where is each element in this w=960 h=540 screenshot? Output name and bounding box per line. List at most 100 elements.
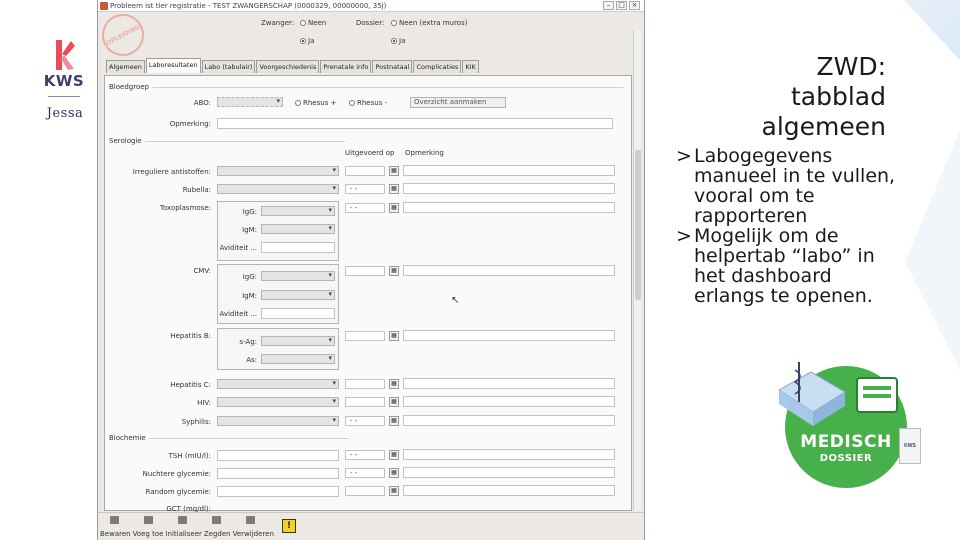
app-window: Probleem ist tier registratie - TEST ZWA… bbox=[94, 0, 645, 540]
app-icon bbox=[100, 2, 108, 10]
random-label: Random glycemie: bbox=[145, 488, 211, 496]
calendar-icon[interactable]: ▦ bbox=[389, 416, 399, 426]
tab-laboresultaten[interactable]: Laboresultaten bbox=[145, 58, 201, 73]
vertical-scrollbar[interactable] bbox=[633, 30, 641, 510]
hepb-sag-select[interactable] bbox=[261, 336, 335, 346]
toxo-aviditeit-input[interactable] bbox=[261, 242, 335, 253]
rhesus-neg-option[interactable]: Rhesus - bbox=[349, 99, 387, 107]
random-opmerking[interactable] bbox=[403, 485, 615, 496]
tab-complicaties[interactable]: Complicaties bbox=[413, 60, 462, 73]
maximize-button[interactable]: □ bbox=[616, 1, 627, 10]
zwanger-option-ja[interactable]: Ja bbox=[300, 37, 314, 45]
toxo-opmerking[interactable] bbox=[403, 202, 615, 213]
overzicht-aanmaken-button[interactable]: Overzicht aanmaken bbox=[410, 97, 506, 108]
calendar-icon[interactable]: ▦ bbox=[389, 184, 399, 194]
toxo-igg-select[interactable] bbox=[261, 206, 335, 216]
section-serologie: Serologie bbox=[109, 137, 142, 145]
calendar-icon[interactable]: ▦ bbox=[389, 397, 399, 407]
verwijderen-button[interactable]: Verwijderen bbox=[233, 530, 274, 538]
hiv-select[interactable] bbox=[217, 397, 339, 407]
toxo-date[interactable]: - - bbox=[345, 203, 385, 213]
hepb-sas-select[interactable] bbox=[261, 354, 335, 364]
irreguliere-select[interactable] bbox=[217, 166, 339, 176]
syphilis-date[interactable]: - - bbox=[345, 416, 385, 426]
minimize-button[interactable]: – bbox=[603, 1, 614, 10]
hiv-label: HIV: bbox=[197, 399, 211, 407]
abo-select[interactable] bbox=[217, 97, 283, 107]
cmv-igg-select[interactable] bbox=[261, 271, 335, 281]
warning-icon[interactable]: ! bbox=[282, 519, 296, 533]
tsh-date[interactable]: - - bbox=[345, 450, 385, 460]
dossier-option-ja[interactable]: Ja bbox=[391, 37, 405, 45]
initialiseer-button[interactable]: Initialiseer bbox=[165, 530, 201, 538]
hepb-date[interactable] bbox=[345, 331, 385, 341]
random-input[interactable] bbox=[217, 486, 339, 497]
calendar-icon[interactable]: ▦ bbox=[389, 450, 399, 460]
delete-icon[interactable] bbox=[246, 516, 255, 524]
close-button[interactable]: × bbox=[629, 1, 640, 10]
bullet-item: > Mogelijk om de helpertab “labo” in het… bbox=[676, 226, 906, 306]
add-icon[interactable] bbox=[144, 516, 153, 524]
section-bloedgroep: Bloedgroep bbox=[109, 83, 149, 91]
rhesus-pos-option[interactable]: Rhesus + bbox=[295, 99, 336, 107]
syphilis-select[interactable] bbox=[217, 416, 339, 426]
tab-prenatale-info[interactable]: Prenatale info bbox=[320, 60, 372, 73]
calendar-icon[interactable]: ▦ bbox=[389, 379, 399, 389]
initialize-icon[interactable] bbox=[178, 516, 187, 524]
scrollbar-thumb[interactable] bbox=[635, 150, 641, 300]
calendar-icon[interactable]: ▦ bbox=[389, 331, 399, 341]
slide-title: ZWD: tabblad algemeen bbox=[664, 52, 886, 142]
tsh-input[interactable] bbox=[217, 450, 339, 461]
cmv-date[interactable] bbox=[345, 266, 385, 276]
tab-kik[interactable]: KIK bbox=[462, 60, 479, 73]
opmerking-input[interactable] bbox=[217, 118, 613, 129]
hiv-date[interactable] bbox=[345, 397, 385, 407]
voeg-toe-button[interactable]: Voeg toe bbox=[133, 530, 164, 538]
opmerking-label: Opmerking: bbox=[169, 120, 211, 128]
calendar-icon[interactable]: ▦ bbox=[389, 203, 399, 213]
section-divider bbox=[145, 141, 345, 142]
hiv-opmerking[interactable] bbox=[403, 396, 615, 407]
random-date[interactable] bbox=[345, 486, 385, 496]
hepb-opmerking[interactable] bbox=[403, 330, 615, 341]
tab-postnataal[interactable]: Postnataal bbox=[372, 60, 413, 73]
hepc-opmerking[interactable] bbox=[403, 378, 615, 389]
col-opmerking: Opmerking bbox=[405, 149, 444, 157]
cmv-opmerking[interactable] bbox=[403, 265, 615, 276]
cmv-igm-select[interactable] bbox=[261, 290, 335, 300]
nuchtere-input[interactable] bbox=[217, 468, 339, 479]
toxo-igm-select[interactable] bbox=[261, 224, 335, 234]
badge-title: MEDISCH bbox=[800, 432, 892, 452]
calendar-icon[interactable]: ▦ bbox=[389, 266, 399, 276]
rubella-opmerking[interactable] bbox=[403, 183, 615, 194]
calendar-icon[interactable]: ▦ bbox=[389, 166, 399, 176]
tab-labo-tabulair[interactable]: Labo (tabulair) bbox=[201, 60, 256, 73]
tab-bar: Algemeen Laboresultaten Labo (tabulair) … bbox=[106, 58, 480, 73]
hepc-select[interactable] bbox=[217, 379, 339, 389]
hepc-date[interactable] bbox=[345, 379, 385, 389]
tab-algemeen[interactable]: Algemeen bbox=[106, 60, 145, 73]
zwanger-option-neen[interactable]: Neen bbox=[300, 19, 326, 27]
tsh-opmerking[interactable] bbox=[403, 449, 615, 460]
syphilis-opmerking[interactable] bbox=[403, 415, 615, 426]
cmv-aviditeit-input[interactable] bbox=[261, 308, 335, 319]
hbsag-label: s-Ag: bbox=[239, 338, 257, 346]
sign-icon[interactable] bbox=[212, 516, 221, 524]
nuchtere-date[interactable]: - - bbox=[345, 468, 385, 478]
save-icon[interactable] bbox=[110, 516, 119, 524]
irreguliere-opmerking[interactable] bbox=[403, 165, 615, 176]
tab-voorgeschiedenis[interactable]: Voorgeschiedenis bbox=[256, 60, 320, 73]
syphilis-label: Syphilis: bbox=[181, 418, 211, 426]
dossier-option-neen[interactable]: Neen (extra muros) bbox=[391, 19, 467, 27]
bewaren-button[interactable]: Bewaren bbox=[100, 530, 131, 538]
rubella-date[interactable]: - - bbox=[345, 184, 385, 194]
zegden-button[interactable]: Zegden bbox=[204, 530, 231, 538]
nuchtere-opmerking[interactable] bbox=[403, 467, 615, 478]
rubella-select[interactable] bbox=[217, 184, 339, 194]
irreguliere-date[interactable] bbox=[345, 166, 385, 176]
bullet-marker: > bbox=[676, 145, 692, 167]
calendar-icon[interactable]: ▦ bbox=[389, 468, 399, 478]
calendar-icon[interactable]: ▦ bbox=[389, 486, 399, 496]
mouse-cursor-icon: ↖ bbox=[451, 295, 460, 306]
bottom-toolbar: ! Bewaren Voeg toe Initialiseer Zegden V… bbox=[98, 512, 644, 540]
